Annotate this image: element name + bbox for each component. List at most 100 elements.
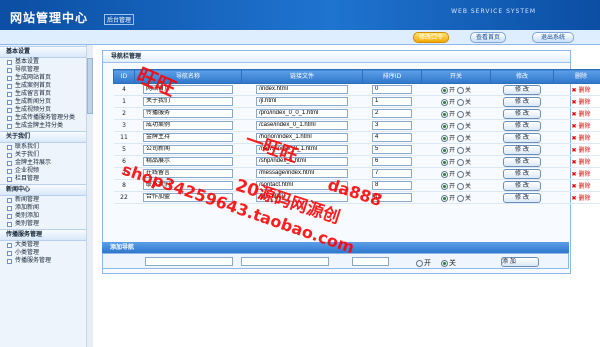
- sidebar-item[interactable]: 导航管理: [0, 66, 92, 74]
- edit-button[interactable]: 修 改: [503, 108, 541, 119]
- view-home-button[interactable]: 查看首页: [470, 32, 506, 43]
- off-radio[interactable]: 关: [456, 135, 471, 142]
- nav-order-input[interactable]: [372, 109, 412, 118]
- nav-order-input[interactable]: [372, 157, 412, 166]
- off-radio[interactable]: 关: [456, 111, 471, 118]
- sidebar-item[interactable]: 生成新闻分页: [0, 98, 92, 106]
- delete-link[interactable]: ✖ 删除: [572, 183, 591, 190]
- nav-link-input[interactable]: [256, 133, 348, 142]
- sidebar-item[interactable]: 小类管理: [0, 249, 92, 257]
- nav-name-input[interactable]: [143, 157, 233, 166]
- sidebar-item[interactable]: 生成案例首页: [0, 82, 92, 90]
- on-radio[interactable]: 开: [441, 99, 455, 106]
- nav-name-input[interactable]: [143, 193, 233, 202]
- off-radio[interactable]: 关: [456, 195, 471, 202]
- sidebar-item[interactable]: 生成留言首页: [0, 90, 92, 98]
- sidebar-item[interactable]: 生成视频分页: [0, 106, 92, 114]
- nav-link-input[interactable]: [256, 85, 348, 94]
- off-radio[interactable]: 关: [456, 123, 471, 130]
- nav-link-input[interactable]: [256, 169, 348, 178]
- nav-link-input[interactable]: [256, 157, 348, 166]
- edit-button[interactable]: 修 改: [503, 84, 541, 95]
- delete-link[interactable]: ✖ 删除: [572, 147, 591, 154]
- on-radio[interactable]: 开: [441, 111, 455, 118]
- nav-name-input[interactable]: [143, 97, 233, 106]
- logout-button[interactable]: 退出系统: [532, 32, 574, 43]
- sidebar-item[interactable]: 类别添加: [0, 212, 92, 220]
- new-nav-order-input[interactable]: [352, 257, 389, 266]
- nav-order-input[interactable]: [372, 85, 412, 94]
- off-radio[interactable]: 关: [456, 159, 471, 166]
- delete-link[interactable]: ✖ 删除: [572, 195, 591, 202]
- delete-link[interactable]: ✖ 删除: [572, 135, 591, 142]
- delete-link[interactable]: ✖ 删除: [572, 87, 591, 94]
- off-radio[interactable]: 关: [456, 147, 471, 154]
- nav-name-input[interactable]: [143, 109, 233, 118]
- edit-button[interactable]: 修 改: [503, 144, 541, 155]
- delete-link[interactable]: ✖ 删除: [572, 123, 591, 130]
- sidebar-item[interactable]: 关于我们: [0, 151, 92, 159]
- edit-button[interactable]: 修 改: [503, 192, 541, 203]
- on-radio[interactable]: 开: [441, 87, 455, 94]
- on-radio[interactable]: 开: [441, 195, 455, 202]
- nav-link-input[interactable]: [256, 109, 348, 118]
- sidebar-item[interactable]: 生成传播服务管理分类: [0, 114, 92, 122]
- nav-order-input[interactable]: [372, 145, 412, 154]
- delete-link[interactable]: ✖ 删除: [572, 99, 591, 106]
- nav-order-input[interactable]: [372, 169, 412, 178]
- new-nav-on-radio[interactable]: 开: [416, 258, 431, 268]
- new-nav-name-input[interactable]: [145, 257, 233, 266]
- sidebar-item[interactable]: 企业视频: [0, 167, 92, 175]
- sidebar-scroll-thumb[interactable]: [87, 58, 93, 114]
- edit-button[interactable]: 修 改: [503, 96, 541, 107]
- nav-order-input[interactable]: [372, 133, 412, 142]
- new-nav-link-input[interactable]: [241, 257, 329, 266]
- nav-link-input[interactable]: [256, 145, 348, 154]
- off-radio[interactable]: 关: [456, 87, 471, 94]
- edit-button[interactable]: 修 改: [503, 132, 541, 143]
- edit-button[interactable]: 修 改: [503, 180, 541, 191]
- on-radio[interactable]: 开: [441, 159, 455, 166]
- nav-order-input[interactable]: [372, 121, 412, 130]
- nav-name-input[interactable]: [143, 181, 233, 190]
- sidebar-item[interactable]: 传播服务管理: [0, 257, 92, 265]
- on-radio[interactable]: 开: [441, 123, 455, 130]
- on-radio[interactable]: 开: [441, 147, 455, 154]
- sidebar-item[interactable]: 生成金牌主持分类: [0, 122, 92, 130]
- on-radio[interactable]: 开: [441, 171, 455, 178]
- off-radio[interactable]: 关: [456, 171, 471, 178]
- nav-name-input[interactable]: [143, 169, 233, 178]
- on-radio[interactable]: 开: [441, 183, 455, 190]
- add-button[interactable]: 添 加: [501, 257, 539, 267]
- nav-name-input[interactable]: [143, 121, 233, 130]
- edit-button[interactable]: 修 改: [503, 156, 541, 167]
- sidebar-item[interactable]: 金牌主持展示: [0, 159, 92, 167]
- nav-order-input[interactable]: [372, 181, 412, 190]
- new-nav-off-radio[interactable]: 关: [441, 258, 456, 268]
- change-password-button[interactable]: 修改口令: [413, 32, 449, 43]
- sidebar-item[interactable]: 生成网站首页: [0, 74, 92, 82]
- sidebar-item[interactable]: 添加新闻: [0, 204, 92, 212]
- sidebar-item[interactable]: 联系我们: [0, 143, 92, 151]
- nav-link-input[interactable]: [256, 181, 348, 190]
- off-radio[interactable]: 关: [456, 99, 471, 106]
- nav-order-input[interactable]: [372, 193, 412, 202]
- sidebar-item[interactable]: 新闻管理: [0, 196, 92, 204]
- nav-link-input[interactable]: [256, 97, 348, 106]
- nav-name-input[interactable]: [143, 85, 233, 94]
- edit-button[interactable]: 修 改: [503, 168, 541, 179]
- nav-order-input[interactable]: [372, 97, 412, 106]
- nav-link-input[interactable]: [256, 193, 348, 202]
- off-radio[interactable]: 关: [456, 183, 471, 190]
- edit-button[interactable]: 修 改: [503, 120, 541, 131]
- nav-name-input[interactable]: [143, 133, 233, 142]
- delete-link[interactable]: ✖ 删除: [572, 171, 591, 178]
- sidebar-item[interactable]: 栏目管理: [0, 175, 92, 183]
- on-radio[interactable]: 开: [441, 135, 455, 142]
- sidebar-item[interactable]: 基本设置: [0, 58, 92, 66]
- sidebar-item[interactable]: 类别管理: [0, 220, 92, 228]
- nav-link-input[interactable]: [256, 121, 348, 130]
- sidebar-item[interactable]: 大类管理: [0, 241, 92, 249]
- nav-name-input[interactable]: [143, 145, 233, 154]
- delete-link[interactable]: ✖ 删除: [572, 111, 591, 118]
